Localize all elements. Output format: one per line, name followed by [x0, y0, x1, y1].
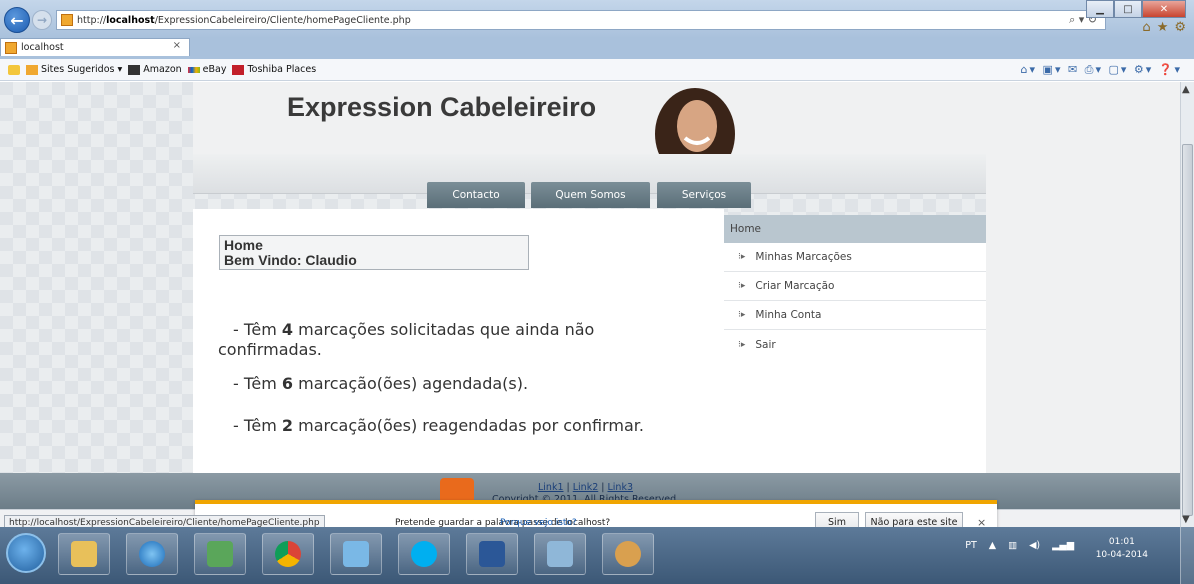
- taskbar-paint[interactable]: [602, 533, 654, 575]
- home-icon[interactable]: ⌂: [1142, 20, 1150, 35]
- welcome-box: Home Bem Vindo: Claudio: [219, 235, 529, 270]
- signal-icon[interactable]: ▂▄▆: [1052, 540, 1074, 551]
- nav-contacto[interactable]: Contacto: [427, 182, 525, 208]
- footer-link-1[interactable]: Link1: [538, 482, 564, 493]
- toshiba-icon: [232, 64, 245, 75]
- start-button[interactable]: [6, 533, 46, 573]
- browser-title-bar: ← → http://localhost/ExpressionCabeleire…: [0, 0, 1194, 38]
- tab-close-icon[interactable]: ×: [173, 40, 181, 51]
- nav-servicos[interactable]: Serviços: [657, 182, 751, 208]
- tab-favicon-icon: [5, 41, 17, 54]
- folder-icon: [71, 541, 97, 567]
- right-column: [986, 82, 1180, 473]
- main-content: Home Bem Vindo: Claudio - Têm 4 marcaçõe…: [193, 209, 724, 473]
- menu-item-home[interactable]: Home: [724, 215, 986, 243]
- scroll-down-icon[interactable]: ▼: [1182, 514, 1190, 525]
- bullet-icon: ⁝▸: [738, 281, 746, 291]
- site-favicon-icon: [61, 14, 73, 26]
- side-menu: Home ⁝▸ Minhas Marcações ⁝▸ Criar Marcação…: [724, 215, 986, 473]
- menu-item-minhas-marcacoes[interactable]: ⁝▸ Minhas Marcações: [724, 243, 986, 272]
- tray-expand-icon[interactable]: ▲: [989, 540, 996, 551]
- footer-link-3[interactable]: Link3: [608, 482, 634, 493]
- taskbar-skype[interactable]: [398, 533, 450, 575]
- taskbar: [0, 527, 1194, 584]
- address-bar[interactable]: http://localhost/ExpressionCabeleireiro/…: [56, 10, 1106, 30]
- taskbar-app-8[interactable]: [534, 533, 586, 575]
- back-button[interactable]: ←: [4, 7, 30, 33]
- pending-bookings-message: - Têm 4 marcações solicitadas que ainda …: [233, 320, 595, 339]
- command-bar-icons[interactable]: ⌂▾ ▣▾ ✉ ⎙▾ ▢▾ ⚙▾ ❓▾: [1021, 63, 1182, 77]
- settings-gear-icon[interactable]: ⚙: [1174, 20, 1186, 35]
- tab-bar: localhost ×: [0, 38, 1194, 60]
- ie-icon: [139, 541, 165, 567]
- scroll-thumb[interactable]: [1182, 144, 1193, 516]
- bullet-icon: ⁝▸: [738, 339, 746, 350]
- system-tray: PT ▲ ▥ ◀) ▂▄▆: [965, 540, 1074, 551]
- favorites-star-icon[interactable]: ★: [1157, 20, 1169, 35]
- scheduled-bookings-message: - Têm 6 marcação(ões) agendada(s).: [233, 374, 529, 393]
- site-header: Expression Cabeleireiro: [193, 82, 987, 180]
- fav-toshiba-places[interactable]: Toshiba Places: [232, 64, 316, 75]
- footer-link-2[interactable]: Link2: [573, 482, 599, 493]
- menu-item-criar-marcacao[interactable]: ⁝▸ Criar Marcação: [724, 272, 986, 301]
- scroll-up-icon[interactable]: ▲: [1182, 84, 1190, 95]
- url-text: http://localhost/ExpressionCabeleireiro/…: [77, 14, 411, 26]
- network-icon[interactable]: ▥: [1008, 540, 1017, 551]
- taskbar-app-5[interactable]: [330, 533, 382, 575]
- close-window-button[interactable]: ✕: [1142, 0, 1186, 18]
- taskbar-internet-explorer[interactable]: [126, 533, 178, 575]
- welcome-user: Bem Vindo: Claudio: [224, 252, 357, 268]
- app-icon: [547, 541, 573, 567]
- browser-tab[interactable]: localhost ×: [0, 38, 190, 56]
- ebay-icon: [187, 66, 200, 73]
- minimize-button[interactable]: ▁: [1086, 0, 1114, 18]
- suggested-sites-icon: [26, 64, 38, 75]
- fav-sites-sugeridos[interactable]: Sites Sugeridos ▾: [26, 64, 122, 75]
- word-icon: [479, 541, 505, 567]
- window-controls: ▁ □ ✕: [1086, 0, 1186, 18]
- app-icon: [343, 541, 369, 567]
- tab-title: localhost: [21, 42, 64, 53]
- page-viewport: Expression Cabeleireiro Contacto Quem So…: [0, 82, 1180, 509]
- taskbar-app-3[interactable]: [194, 533, 246, 575]
- pending-bookings-message-line2: confirmadas.: [218, 340, 322, 359]
- menu-item-minha-conta[interactable]: ⁝▸ Minha Conta: [724, 301, 986, 330]
- skype-icon: [411, 541, 437, 567]
- amazon-icon: [128, 64, 141, 75]
- system-clock[interactable]: 01:01 10-04-2014: [1096, 536, 1148, 562]
- clock-time: 01:01: [1108, 537, 1135, 547]
- vertical-scrollbar[interactable]: ▲ ▼: [1180, 82, 1194, 527]
- fav-ebay[interactable]: eBay: [187, 64, 226, 75]
- page-heading: Home: [224, 237, 263, 253]
- browser-toolbar-icons: ⌂ ★ ⚙: [1142, 20, 1186, 35]
- maximize-button[interactable]: □: [1114, 0, 1142, 18]
- menu-item-sair[interactable]: ⁝▸ Sair: [724, 330, 986, 359]
- nav-quem-somos[interactable]: Quem Somos: [531, 182, 650, 208]
- bullet-icon: ⁝▸: [738, 310, 746, 320]
- app-icon: [207, 541, 233, 567]
- bullet-icon: ⁝▸: [738, 252, 746, 262]
- volume-icon[interactable]: ◀): [1029, 540, 1040, 551]
- clock-date: 10-04-2014: [1095, 550, 1148, 560]
- footer-links: Link1 | Link2 | Link3: [538, 482, 633, 493]
- site-title: Expression Cabeleireiro: [287, 92, 597, 122]
- rescheduled-bookings-message: - Têm 2 marcação(ões) reagendadas por co…: [233, 416, 644, 435]
- taskbar-word[interactable]: [466, 533, 518, 575]
- favorites-bar: Sites Sugeridos ▾ Amazon eBay Toshiba Pl…: [0, 59, 1194, 81]
- taskbar-chrome[interactable]: [262, 533, 314, 575]
- add-favorite-icon: [8, 64, 20, 75]
- language-indicator[interactable]: PT: [965, 540, 977, 551]
- fav-amazon[interactable]: Amazon: [128, 64, 182, 75]
- chrome-icon: [275, 541, 301, 567]
- forward-button[interactable]: →: [32, 10, 52, 30]
- show-desktop-button[interactable]: [1180, 527, 1194, 584]
- taskbar-explorer[interactable]: [58, 533, 110, 575]
- paint-icon: [615, 541, 641, 567]
- favorites-star-item[interactable]: [8, 64, 20, 75]
